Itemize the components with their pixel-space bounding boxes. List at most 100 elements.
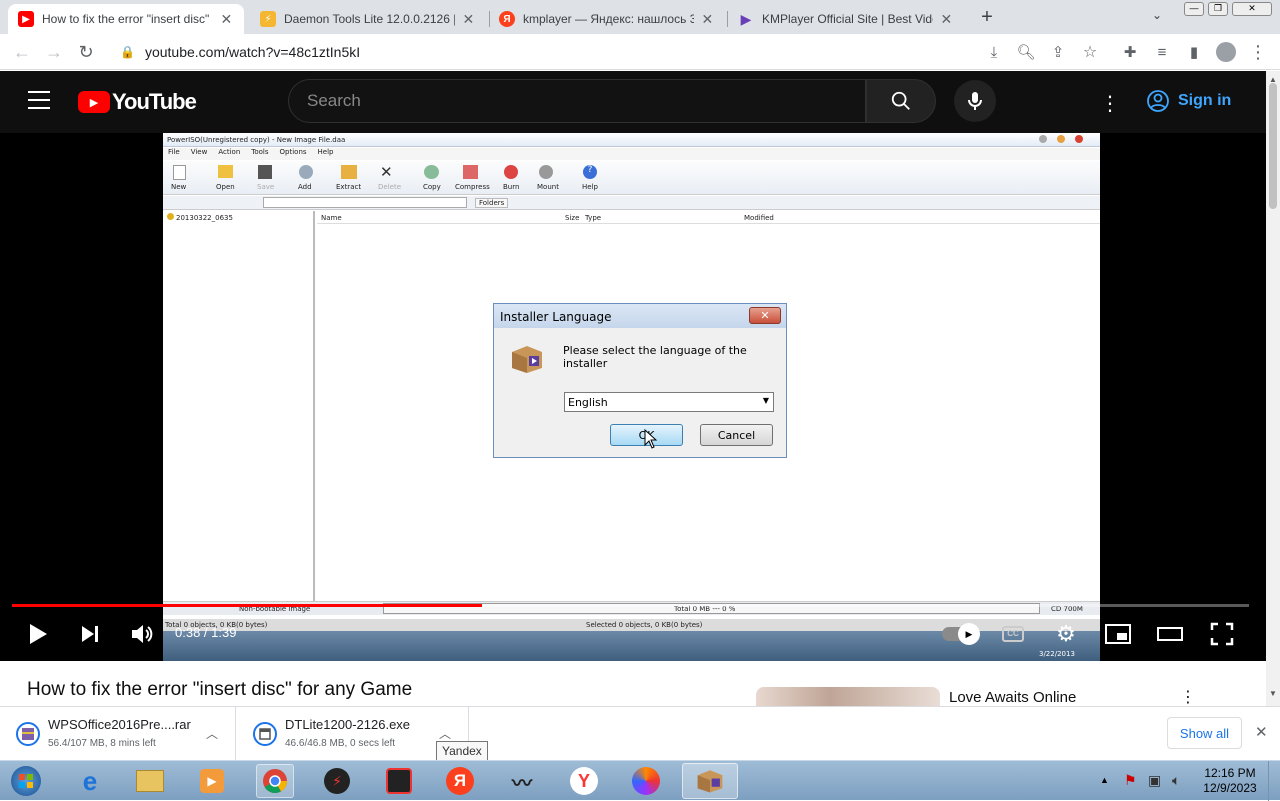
burn-icon: [504, 165, 518, 179]
recommended-menu-icon[interactable]: ⋮: [1180, 687, 1196, 707]
settings-kebab-icon[interactable]: ⋮: [1100, 91, 1120, 116]
video-frame[interactable]: PowerISO(Unregistered copy) - New Image …: [163, 133, 1100, 661]
internet-explorer-icon[interactable]: e: [74, 765, 106, 797]
scroll-down-icon[interactable]: ▼: [1269, 689, 1277, 698]
close-icon[interactable]: ✕: [219, 11, 234, 28]
menu-kebab-icon[interactable]: ⋮: [1246, 40, 1270, 64]
miniplayer-button[interactable]: [1102, 619, 1134, 649]
captions-icon: CC: [1002, 626, 1024, 642]
network-icon[interactable]: ▣: [1148, 772, 1161, 789]
menu-item: Options: [279, 148, 307, 156]
kmplayer-icon: ▶: [740, 10, 752, 27]
page-scrollbar[interactable]: ▲ ▼: [1266, 71, 1280, 706]
bookmark-star-icon[interactable]: ☆: [1078, 40, 1102, 64]
media-control-icon[interactable]: ≡: [1150, 40, 1174, 64]
tab-strip: ▶ How to fix the error "insert disc" ✕ ⚡…: [0, 0, 1280, 34]
file-explorer-icon[interactable]: [134, 765, 166, 797]
poweriso-titlebar: PowerISO(Unregistered copy) - New Image …: [163, 133, 1100, 147]
poweriso-addressbar: Folders: [163, 196, 1100, 210]
download-name: DTLite1200-2126.exe: [285, 717, 411, 732]
address-bar[interactable]: 🔒 youtube.com/watch?v=48c1ztIn5kI: [110, 38, 1110, 66]
daemon-tools-taskbar-icon[interactable]: ⚡: [321, 765, 353, 797]
toolbar-copy: Copy: [423, 183, 441, 191]
theater-mode-button[interactable]: [1154, 619, 1186, 649]
voice-search-button[interactable]: [954, 80, 996, 122]
close-downloads-icon[interactable]: ✕: [1255, 723, 1268, 741]
download-item[interactable]: DTLite1200-2126.exe 46.6/46.8 MB, 0 secs…: [237, 707, 469, 761]
reload-button[interactable]: ↻: [74, 40, 98, 64]
recommended-thumbnail[interactable]: [756, 687, 940, 707]
volume-muted-icon[interactable]: 🔈︎: [1172, 772, 1180, 789]
yandex-browser-icon[interactable]: Я: [444, 765, 476, 797]
taskbar-clock[interactable]: 12:16 PM 12/9/2023: [1198, 766, 1262, 796]
chevron-up-icon[interactable]: ︿: [439, 725, 451, 742]
start-button[interactable]: [8, 765, 44, 797]
install-icon[interactable]: ⤓: [982, 40, 1006, 64]
sign-in-label: Sign in: [1178, 92, 1232, 109]
video-title: How to fix the error "insert disc" for a…: [27, 679, 413, 700]
clock-time: 12:16 PM: [1204, 766, 1256, 780]
search-input[interactable]: Search: [288, 79, 866, 123]
embedded-minimize-icon: [1039, 135, 1047, 143]
minimize-button[interactable]: —: [1184, 2, 1204, 16]
volume-button[interactable]: [126, 619, 158, 649]
progress-bar[interactable]: [12, 604, 1249, 607]
next-button[interactable]: [74, 619, 106, 649]
screen-recorder-icon[interactable]: [383, 765, 415, 797]
fullscreen-button[interactable]: [1206, 619, 1238, 649]
settings-gear-icon[interactable]: ⚙: [1050, 619, 1082, 649]
folder-tree-pane: 20130322_0635: [163, 211, 315, 601]
tab-yandex[interactable]: Я kmplayer — Яндекс: нашлось 3 ✕: [489, 4, 725, 34]
close-icon[interactable]: ✕: [939, 11, 954, 28]
zoom-icon[interactable]: 🔍︎: [1014, 40, 1038, 64]
chrome-icon[interactable]: [256, 764, 294, 798]
toolbar-new: New: [171, 183, 187, 191]
play-button[interactable]: [22, 619, 54, 649]
next-icon: [82, 626, 98, 642]
copy-icon: [424, 165, 439, 179]
column-size: Size: [565, 214, 580, 222]
close-window-button[interactable]: ✕: [1232, 2, 1272, 16]
search-icon: [891, 91, 910, 110]
tab-daemon-tools[interactable]: ⚡ Daemon Tools Lite 12.0.0.2126 | … ✕: [250, 4, 486, 34]
tray-expand-icon[interactable]: ▲: [1100, 775, 1109, 785]
download-item[interactable]: WPSOffice2016Pre....rar 56.4/107 MB, 8 m…: [0, 707, 236, 761]
new-tab-button[interactable]: +: [976, 6, 998, 28]
hamburger-menu-icon[interactable]: [28, 91, 50, 109]
sign-in-button[interactable]: Sign in: [1146, 86, 1231, 116]
delete-x-icon: ✕: [380, 163, 393, 181]
youtube-logo[interactable]: ▶ YouTube: [78, 89, 197, 115]
embedded-date: 3/22/2013: [1039, 650, 1075, 658]
video-player[interactable]: PowerISO(Unregistered copy) - New Image …: [0, 133, 1266, 661]
restore-button[interactable]: ❐: [1208, 2, 1228, 16]
autoplay-toggle[interactable]: ▶: [940, 619, 980, 649]
show-desktop-button[interactable]: [1268, 761, 1280, 801]
vpn-icon[interactable]: [630, 765, 662, 797]
back-button[interactable]: ←: [10, 40, 34, 64]
tab-youtube[interactable]: ▶ How to fix the error "insert disc" ✕: [8, 4, 244, 34]
action-center-icon[interactable]: ⚑: [1124, 772, 1137, 789]
chevron-up-icon[interactable]: ︿: [206, 725, 218, 742]
close-icon[interactable]: ✕: [700, 11, 715, 28]
extensions-icon[interactable]: ✚: [1118, 40, 1142, 64]
captions-button[interactable]: CC: [997, 619, 1029, 649]
close-icon[interactable]: ✕: [461, 11, 476, 28]
recommended-title[interactable]: Love Awaits Online: [949, 689, 1076, 706]
yandex-icon[interactable]: Y: [568, 765, 600, 797]
installer-taskbar-icon[interactable]: [682, 763, 738, 799]
daemon-tools-icon: ⚡: [260, 11, 276, 27]
show-all-button[interactable]: Show all: [1167, 717, 1242, 749]
app-icon[interactable]: 〰: [506, 765, 538, 797]
side-panel-icon[interactable]: ▮: [1182, 40, 1206, 64]
youtube-wordmark: YouTube: [112, 89, 197, 114]
tab-kmplayer[interactable]: ▶ KMPlayer Official Site | Best Video ✕: [728, 4, 964, 34]
search-button[interactable]: [866, 79, 936, 123]
tab-search-icon[interactable]: ⌄: [1152, 8, 1162, 22]
save-disk-icon: [258, 165, 272, 179]
share-icon[interactable]: ⇪: [1046, 40, 1070, 64]
media-player-icon[interactable]: ▶: [196, 765, 228, 797]
scrollbar-thumb[interactable]: [1269, 83, 1277, 209]
profile-avatar[interactable]: [1214, 40, 1238, 64]
forward-button[interactable]: →: [42, 40, 66, 64]
toolbar-add: Add: [298, 183, 312, 191]
